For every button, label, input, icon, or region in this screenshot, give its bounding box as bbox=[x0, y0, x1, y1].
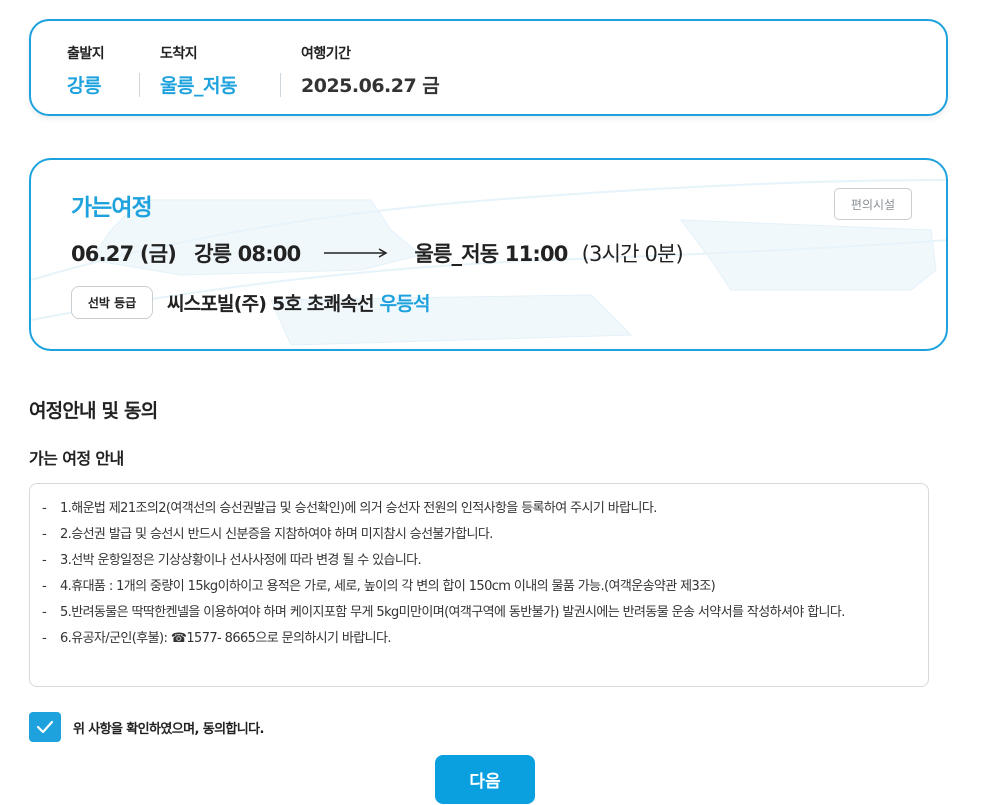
agreement-label[interactable]: 위 사항을 확인하였으며, 동의합니다. bbox=[73, 718, 264, 737]
notice-item: - 4.휴대품 : 1개의 중량이 15kg이하이고 용적은 가로, 세로, 높… bbox=[40, 574, 916, 600]
bullet-dash: - bbox=[42, 501, 47, 516]
page: 출발지 강릉 도착지 울릉_저동 여행기간 2025.06.27 금 가는여정 … bbox=[0, 0, 986, 805]
notice-item: - 1.해운법 제21조의2(여객선의 승선권발급 및 승선확인)에 의거 승선… bbox=[40, 496, 916, 522]
outbound-journey-card: 가는여정 편의시설 06.27 (금) 강릉 08:00 울릉_저동 11:00… bbox=[29, 158, 948, 351]
departure-date: 06.27 (금) bbox=[71, 242, 177, 266]
next-button[interactable]: 다음 bbox=[435, 755, 535, 804]
arrival-port-time: 울릉_저동 11:00 bbox=[414, 242, 568, 266]
ship-grade-row: 선박 등급 씨스포빌(주) 5호 초쾌속선 우등석 bbox=[71, 286, 430, 319]
bullet-dash: - bbox=[42, 605, 47, 620]
departure-port-time: 강릉 08:00 bbox=[194, 242, 301, 266]
trip-summary-card: 출발지 강릉 도착지 울릉_저동 여행기간 2025.06.27 금 bbox=[29, 19, 948, 116]
trip-duration: (3시간 0분) bbox=[581, 242, 684, 266]
period-value: 2025.06.27 금 bbox=[301, 75, 440, 97]
notice-text: 6.유공자/군인(후불): ☎1577- 8665으로 문의하시기 바랍니다. bbox=[60, 631, 392, 646]
notice-text: 2.승선권 발급 및 승선시 반드시 신분증을 지참하여야 하며 미지참시 승선… bbox=[60, 527, 493, 542]
period-column: 여행기간 2025.06.27 금 bbox=[301, 43, 440, 98]
arrow-right-icon bbox=[324, 248, 388, 258]
notice-item: - 3.선박 운항일정은 기상상황이나 선사사정에 따라 변경 될 수 있습니다… bbox=[40, 548, 916, 574]
ship-name: 씨스포빌(주) 5호 초쾌속선 bbox=[167, 293, 374, 315]
seat-class: 우등석 bbox=[379, 293, 431, 315]
bullet-dash: - bbox=[42, 579, 47, 594]
bullet-dash: - bbox=[42, 527, 47, 542]
summary-divider bbox=[139, 73, 140, 97]
ship-grade-badge: 선박 등급 bbox=[71, 286, 153, 319]
notice-text: 5.반려동물은 딱딱한켄넬을 이용하여야 하며 케이지포함 무게 5kg미만이며… bbox=[60, 605, 845, 620]
notice-text: 4.휴대품 : 1개의 중량이 15kg이하이고 용적은 가로, 세로, 높이의… bbox=[60, 579, 716, 594]
journey-title: 가는여정 bbox=[71, 195, 153, 221]
section-title: 여정안내 및 동의 bbox=[29, 400, 158, 422]
notice-text: 1.해운법 제21조의2(여객선의 승선권발급 및 승선확인)에 의거 승선자 … bbox=[60, 501, 657, 516]
route-line: 06.27 (금) 강릉 08:00 울릉_저동 11:00 (3시간 0분) bbox=[71, 238, 684, 268]
departure-label: 출발지 bbox=[67, 46, 105, 62]
ship-info: 씨스포빌(주) 5호 초쾌속선 우등석 bbox=[167, 289, 430, 316]
agreement-row: 위 사항을 확인하였으며, 동의합니다. bbox=[29, 712, 264, 742]
notice-item: - 6.유공자/군인(후불): ☎1577- 8665으로 문의하시기 바랍니다… bbox=[40, 626, 916, 652]
check-icon bbox=[36, 720, 54, 734]
arrival-column: 도착지 울릉_저동 bbox=[160, 43, 280, 98]
agree-checkbox[interactable] bbox=[29, 712, 61, 742]
sub-section-title: 가는 여정 안내 bbox=[29, 449, 124, 468]
bullet-dash: - bbox=[42, 553, 47, 568]
departure-value: 강릉 bbox=[67, 75, 101, 97]
amenities-button[interactable]: 편의시설 bbox=[834, 188, 912, 220]
arrival-value: 울릉_저동 bbox=[160, 75, 237, 97]
notice-item: - 2.승선권 발급 및 승선시 반드시 신분증을 지참하여야 하며 미지참시 … bbox=[40, 522, 916, 548]
period-label: 여행기간 bbox=[301, 46, 351, 62]
notice-item: - 5.반려동물은 딱딱한켄넬을 이용하여야 하며 케이지포함 무게 5kg미만… bbox=[40, 600, 916, 626]
bullet-dash: - bbox=[42, 631, 47, 646]
notice-box: - 1.해운법 제21조의2(여객선의 승선권발급 및 승선확인)에 의거 승선… bbox=[29, 483, 929, 687]
notice-text: 3.선박 운항일정은 기상상황이나 선사사정에 따라 변경 될 수 있습니다. bbox=[60, 553, 422, 568]
summary-divider bbox=[280, 73, 281, 97]
departure-column: 출발지 강릉 bbox=[67, 43, 139, 98]
arrival-label: 도착지 bbox=[160, 46, 198, 62]
